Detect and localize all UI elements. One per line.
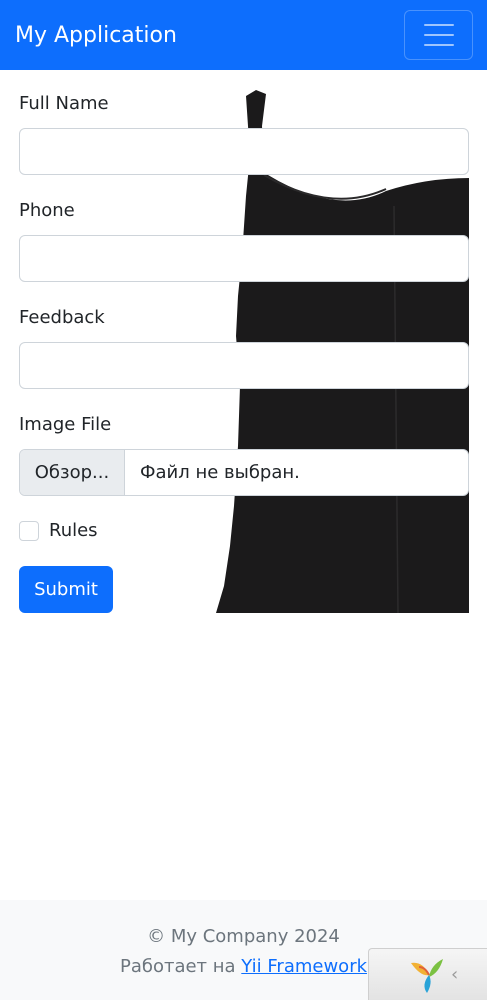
navbar-brand[interactable]: My Application	[15, 20, 177, 52]
feedback-label: Feedback	[19, 307, 105, 328]
image-file-input[interactable]: Обзор... Файл не выбран.	[19, 449, 469, 496]
full-name-label: Full Name	[19, 93, 109, 114]
full-name-group: Full Name	[19, 86, 469, 193]
browse-button[interactable]: Обзор...	[20, 450, 125, 495]
powered-prefix: Работает на	[119, 956, 242, 977]
image-file-label: Image File	[19, 414, 112, 435]
navbar: My Application	[0, 0, 487, 70]
file-status-text: Файл не выбран.	[140, 462, 300, 483]
yii-debug-toolbar[interactable]: ‹	[368, 948, 487, 1000]
phone-label: Phone	[19, 200, 75, 221]
phone-group: Phone	[19, 193, 469, 300]
navbar-toggler-button[interactable]	[404, 10, 473, 60]
phone-input[interactable]	[19, 235, 469, 282]
feedback-group: Feedback	[19, 300, 469, 407]
hamburger-icon	[423, 24, 454, 26]
copyright-text: © My Company 2024	[147, 926, 340, 947]
rules-label[interactable]: Rules	[49, 519, 98, 543]
yii-logo-icon	[411, 959, 443, 993]
feedback-form: Full Name Phone Feedback Image File Обзо…	[19, 86, 469, 613]
yii-framework-link[interactable]: Yii Framework	[241, 956, 367, 977]
full-name-input[interactable]	[19, 128, 469, 175]
feedback-input[interactable]	[19, 342, 469, 389]
chevron-left-icon[interactable]: ‹	[451, 963, 458, 987]
submit-button[interactable]: Submit	[19, 566, 113, 613]
rules-checkbox[interactable]	[19, 521, 39, 541]
